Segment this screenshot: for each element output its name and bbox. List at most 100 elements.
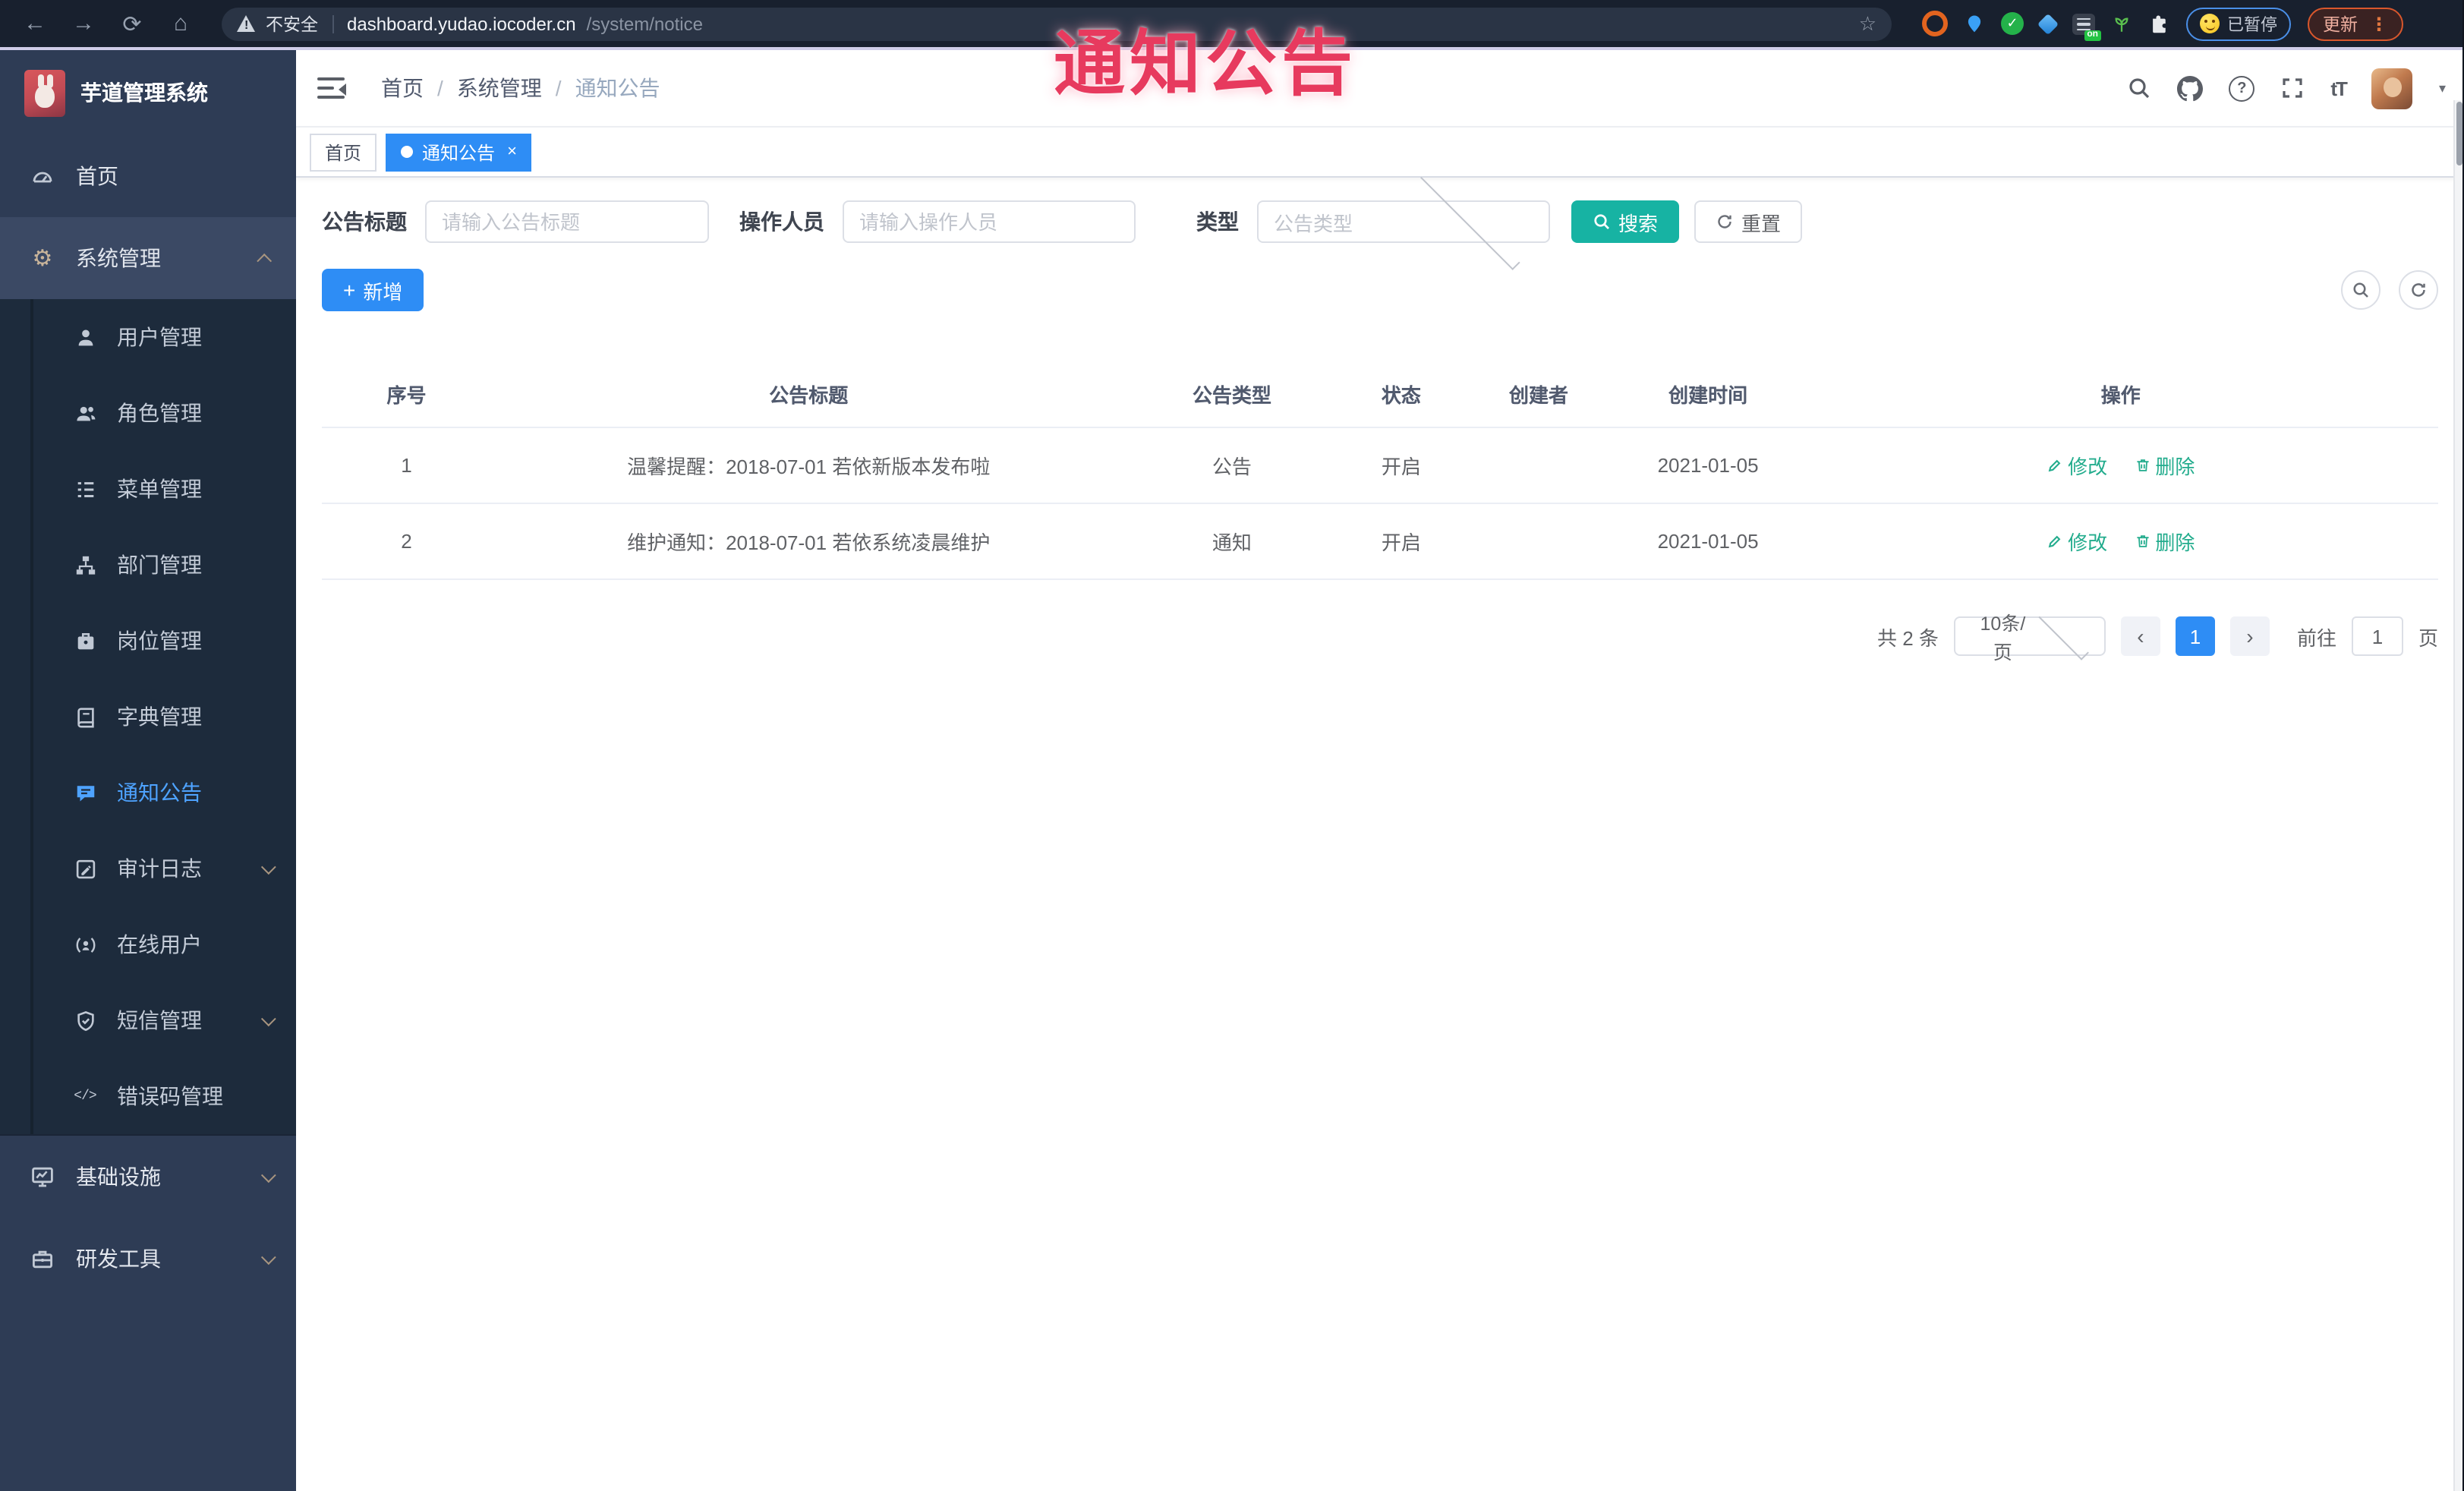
app-logo-avatar [24,69,65,116]
extensions-puzzle-icon[interactable] [2148,13,2169,34]
sidebar-item-dict-management[interactable]: 字典管理 [0,679,296,755]
sidebar-item-error-code-management[interactable]: </> 错误码管理 [0,1058,296,1134]
col-status: 状态 [1338,360,1465,428]
breadcrumb-current: 通知公告 [575,76,660,100]
sidebar-item-label: 首页 [76,164,118,188]
extension-sprout-icon[interactable] [2112,13,2132,34]
sidebar-item-online-users[interactable]: 在线用户 [0,906,296,982]
address-bar[interactable]: ! 不安全 dashboard.yudao.iocoder.cn/system/… [222,7,1892,40]
prev-page-button[interactable]: ‹ [2120,616,2160,656]
notice-type-select[interactable]: 公告类型 [1257,169,1550,270]
notice-table: 序号 公告标题 公告类型 状态 创建者 创建时间 操作 1 温馨提醒：2018- [322,360,2438,580]
close-tab-icon[interactable]: × [507,143,517,161]
tab-home[interactable]: 首页 [310,133,377,171]
sidebar-item-post-management[interactable]: 岗位管理 [0,603,296,679]
add-button-label: 新增 [363,280,403,303]
chevron-down-icon [260,1249,276,1265]
home-icon[interactable]: ⌂ [161,5,200,42]
delete-icon [2136,535,2148,547]
reset-button-label: 重置 [1741,212,1782,235]
avatar-caret-icon[interactable]: ▾ [2439,80,2446,96]
search-icon[interactable] [2127,76,2151,100]
search-icon [2353,282,2368,298]
extension-switch-icon[interactable]: on [2072,13,2101,40]
sidebar-item-role-management[interactable]: 角色管理 [0,375,296,451]
extension-green-circle-icon[interactable]: ✓ [2001,12,2024,35]
col-title: 公告标题 [491,360,1126,428]
sidebar-item-system-management[interactable]: ⚙ 系统管理 [0,217,296,299]
active-tab-dot [401,146,414,158]
plus-icon: + [343,278,356,302]
notice-title-input[interactable] [425,200,709,243]
refresh-table-button[interactable] [2399,270,2438,310]
font-size-icon[interactable]: tT [2330,77,2348,99]
sidebar-item-label: 基础设施 [76,1165,161,1189]
edit-link[interactable]: 修改 [2047,451,2107,480]
toggle-search-button[interactable] [2341,270,2381,310]
cell-no: 1 [322,427,492,504]
sidebar-collapse-icon[interactable] [317,76,348,100]
security-label: 不安全 [266,16,318,34]
user-avatar[interactable] [2371,68,2413,109]
sidebar-item-infrastructure[interactable]: 基础设施 [0,1136,296,1218]
sidebar-item-user-management[interactable]: 用户管理 [0,299,296,375]
tab-notice[interactable]: 通知公告 × [386,133,532,171]
app-logo-row[interactable]: 芋道管理系统 [0,50,296,135]
sidebar-item-dept-management[interactable]: 部门管理 [0,527,296,603]
extension-orange-ring-icon[interactable] [1922,11,1948,36]
operator-input[interactable] [843,200,1136,243]
tags-view-bar: 首页 通知公告 × [296,128,2464,178]
next-page-button[interactable]: › [2229,616,2270,656]
chevron-down-icon [260,1010,276,1026]
chevron-up-icon [257,252,273,268]
add-button[interactable]: + 新增 [322,269,424,311]
cell-no: 2 [322,503,492,580]
bookmark-star-icon[interactable]: ☆ [1859,11,1876,36]
pagination: 共 2 条 10条/页 ‹ 1 › 前往 页 [322,609,2438,664]
sidebar-item-home[interactable]: 首页 [0,135,296,217]
delete-link[interactable]: 删除 [2134,451,2195,480]
cell-actions: 修改 删除 [1803,427,2438,504]
menu-list-icon [73,477,97,501]
col-no: 序号 [322,360,492,428]
edit-icon [2048,459,2061,472]
address-separator [332,14,333,33]
reset-button[interactable]: 重置 [1694,200,1803,243]
browser-menu-icon[interactable]: ⋮ [2370,13,2388,34]
not-secure-warning-icon[interactable]: ! [237,15,255,32]
delete-link[interactable]: 删除 [2134,527,2195,556]
help-icon[interactable]: ? [2229,75,2255,101]
search-button[interactable]: 搜索 [1571,200,1680,243]
pagination-total: 共 2 条 [1877,626,1939,649]
sidebar-item-label: 字典管理 [117,705,202,729]
sidebar-item-menu-management[interactable]: 菜单管理 [0,451,296,527]
tab-label: 首页 [325,142,362,163]
profile-paused-chip[interactable]: 已暂停 [2186,7,2291,40]
page-size-select[interactable]: 10条/页 [1953,609,2106,664]
page-content: 公告标题 操作人员 类型 公告类型 搜索 [296,169,2464,1491]
forward-icon[interactable]: → [64,5,103,42]
breadcrumb-system[interactable]: 系统管理 [457,73,542,103]
cell-creator [1464,503,1613,580]
github-icon[interactable] [2177,75,2204,101]
extension-gem-icon[interactable] [2037,12,2059,35]
edit-link[interactable]: 修改 [2047,527,2107,556]
col-created: 创建时间 [1612,360,1804,428]
cell-created: 2021-01-05 [1612,427,1804,504]
reload-icon[interactable]: ⟳ [112,5,152,42]
sidebar-item-label: 通知公告 [117,780,202,805]
browser-update-button[interactable]: 更新 ⋮ [2308,7,2403,40]
back-icon[interactable]: ← [15,5,55,42]
sidebar-item-sms-management[interactable]: 短信管理 [0,982,296,1058]
goto-page-input[interactable] [2351,616,2403,656]
extension-pin-icon[interactable] [1965,14,1984,33]
app-navbar: 首页 / 系统管理 / 通知公告 ? tT ▾ [296,50,2464,128]
sidebar-item-notice-announcement[interactable]: 通知公告 [0,755,296,831]
operator-label: 操作人员 [739,210,824,234]
breadcrumb-home[interactable]: 首页 [381,73,424,103]
extensions-area: ✓ on 已暂停 更新 ⋮ [1922,7,2403,40]
fullscreen-icon[interactable] [2280,76,2305,100]
sidebar-item-audit-log[interactable]: 审计日志 [0,831,296,906]
current-page-button[interactable]: 1 [2175,616,2215,656]
sidebar-item-dev-tools[interactable]: 研发工具 [0,1218,296,1300]
